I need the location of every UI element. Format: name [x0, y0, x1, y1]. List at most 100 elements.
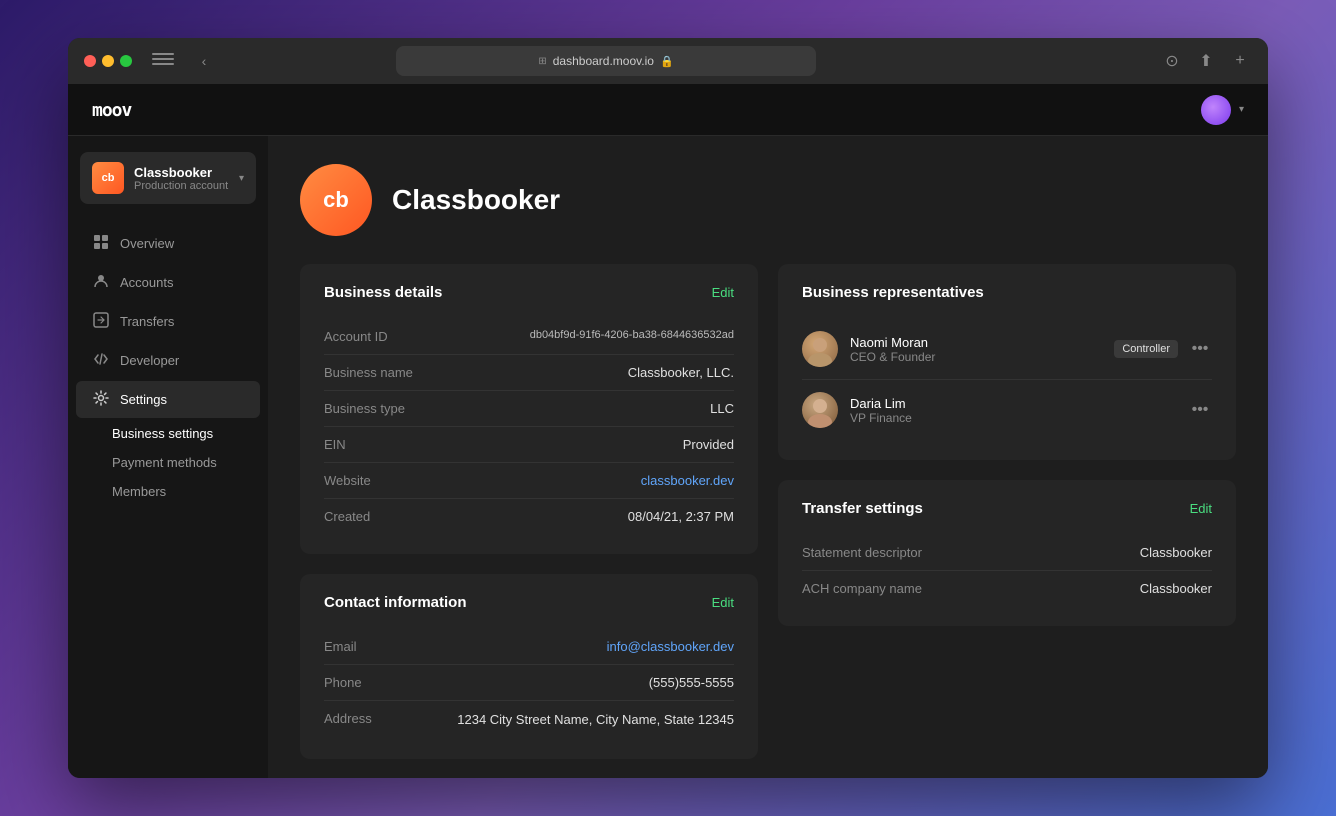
contact-info-title: Contact information — [324, 594, 467, 611]
contact-info-header: Contact information Edit — [324, 594, 734, 611]
minimize-button[interactable] — [102, 55, 114, 67]
address-value: 1234 City Street Name, City Name, State … — [457, 711, 734, 729]
company-avatar: cb — [300, 164, 372, 236]
business-details-card: Business details Edit Account ID db04bf9… — [300, 264, 758, 554]
business-details-title: Business details — [324, 284, 442, 301]
transfer-settings-header: Transfer settings Edit — [802, 500, 1212, 517]
business-name-label: Business name — [324, 365, 413, 380]
page-header: cb Classbooker — [300, 164, 1236, 236]
overview-icon — [92, 234, 110, 253]
rep-actions-naomi: Controller ••• — [1114, 337, 1212, 361]
main-content: cb Classbooker Business details Edit — [268, 136, 1268, 778]
settings-submenu: Business settings Payment methods Member… — [96, 419, 268, 506]
developer-icon — [92, 351, 110, 370]
company-initials: cb — [323, 187, 349, 213]
created-value: 08/04/21, 2:37 PM — [628, 509, 734, 524]
avatar-image — [1201, 95, 1231, 125]
website-value[interactable]: classbooker.dev — [641, 473, 734, 488]
account-id-row: Account ID db04bf9d-91f6-4206-ba38-68446… — [324, 319, 734, 355]
app-container: moov ▾ cb Classbooker — [68, 84, 1268, 778]
contact-info-card: Contact information Edit Email info@clas… — [300, 574, 758, 759]
main-layout: cb Classbooker Production account ▾ Over… — [68, 136, 1268, 778]
account-id-label: Account ID — [324, 329, 388, 344]
transfers-icon — [92, 312, 110, 331]
contact-info-edit[interactable]: Edit — [712, 595, 734, 610]
transfer-settings-edit[interactable]: Edit — [1190, 501, 1212, 516]
statement-descriptor-value: Classbooker — [1140, 545, 1212, 560]
account-dropdown-icon: ▾ — [239, 173, 244, 184]
settings-label: Settings — [120, 392, 167, 407]
rep-avatar-naomi — [802, 331, 838, 367]
rep-name-naomi: Naomi Moran — [850, 335, 1102, 350]
transfers-label: Transfers — [120, 314, 174, 329]
controller-badge: Controller — [1114, 340, 1178, 358]
transfer-settings-card: Transfer settings Edit Statement descrip… — [778, 480, 1236, 626]
business-details-header: Business details Edit — [324, 284, 734, 301]
address-bar[interactable]: ⊞ dashboard.moov.io 🔒 — [396, 46, 816, 76]
sidebar-item-business-settings[interactable]: Business settings — [96, 419, 268, 448]
sidebar-item-overview[interactable]: Overview — [76, 225, 260, 262]
ein-label: EIN — [324, 437, 346, 452]
rep-avatar-daria — [802, 392, 838, 428]
ach-company-row: ACH company name Classbooker — [802, 571, 1212, 606]
accounts-icon — [92, 273, 110, 292]
account-switcher[interactable]: cb Classbooker Production account ▾ — [80, 152, 256, 204]
traffic-lights — [84, 55, 132, 67]
lock-secure-icon: 🔒 — [660, 55, 674, 68]
sidebar-toggle-button[interactable] — [152, 53, 174, 69]
header-right: ▾ — [1201, 95, 1244, 125]
account-id-value: db04bf9d-91f6-4206-ba38-6844636532ad — [530, 329, 734, 341]
rep-info-naomi: Naomi Moran CEO & Founder — [850, 335, 1102, 364]
phone-row: Phone (555)555-5555 — [324, 665, 734, 701]
account-name: Classbooker — [134, 165, 229, 180]
right-column: Business representatives Naomi Moran CEO… — [778, 264, 1236, 759]
browser-titlebar: ‹ ⊞ dashboard.moov.io 🔒 ⊙ ⬆ + — [68, 38, 1268, 84]
back-button[interactable]: ‹ — [190, 47, 218, 75]
ein-row: EIN Provided — [324, 427, 734, 463]
browser-actions: ⊙ ⬆ + — [1160, 49, 1252, 73]
share-button[interactable]: ⬆ — [1194, 49, 1218, 73]
rep-more-button-daria[interactable]: ••• — [1188, 398, 1212, 422]
email-row: Email info@classbooker.dev — [324, 629, 734, 665]
new-tab-button[interactable]: + — [1228, 49, 1252, 73]
settings-icon — [92, 390, 110, 409]
statement-descriptor-row: Statement descriptor Classbooker — [802, 535, 1212, 571]
business-details-edit[interactable]: Edit — [712, 285, 734, 300]
user-avatar[interactable] — [1201, 95, 1231, 125]
business-type-value: LLC — [710, 401, 734, 416]
business-reps-title: Business representatives — [802, 284, 984, 301]
rep-name-daria: Daria Lim — [850, 396, 1176, 411]
sidebar-item-members[interactable]: Members — [96, 477, 268, 506]
maximize-button[interactable] — [120, 55, 132, 67]
sidebar-item-settings[interactable]: Settings — [76, 381, 260, 418]
sidebar-item-developer[interactable]: Developer — [76, 342, 260, 379]
website-row: Website classbooker.dev — [324, 463, 734, 499]
created-label: Created — [324, 509, 370, 524]
rep-item-daria: Daria Lim VP Finance ••• — [802, 380, 1212, 440]
email-value[interactable]: info@classbooker.dev — [607, 639, 734, 654]
download-button[interactable]: ⊙ — [1160, 49, 1184, 73]
business-type-label: Business type — [324, 401, 405, 416]
close-button[interactable] — [84, 55, 96, 67]
rep-more-button-naomi[interactable]: ••• — [1188, 337, 1212, 361]
account-type: Production account — [134, 180, 229, 192]
business-reps-card: Business representatives Naomi Moran CEO… — [778, 264, 1236, 460]
ein-value: Provided — [683, 437, 734, 452]
business-name-value: Classbooker, LLC. — [628, 365, 734, 380]
rep-info-daria: Daria Lim VP Finance — [850, 396, 1176, 425]
rep-item-naomi: Naomi Moran CEO & Founder Controller ••• — [802, 319, 1212, 380]
account-initials: cb — [102, 172, 115, 184]
business-type-row: Business type LLC — [324, 391, 734, 427]
sidebar-item-accounts[interactable]: Accounts — [76, 264, 260, 301]
ach-company-label: ACH company name — [802, 581, 922, 596]
sidebar-item-payment-methods[interactable]: Payment methods — [96, 448, 268, 477]
business-reps-header: Business representatives — [802, 284, 1212, 301]
sidebar-item-transfers[interactable]: Transfers — [76, 303, 260, 340]
address-row: Address 1234 City Street Name, City Name… — [324, 701, 734, 739]
rep-title-naomi: CEO & Founder — [850, 350, 1102, 364]
phone-value: (555)555-5555 — [649, 675, 734, 690]
transfer-settings-title: Transfer settings — [802, 500, 923, 517]
website-label: Website — [324, 473, 371, 488]
overview-label: Overview — [120, 236, 174, 251]
page-title: Classbooker — [392, 184, 560, 216]
